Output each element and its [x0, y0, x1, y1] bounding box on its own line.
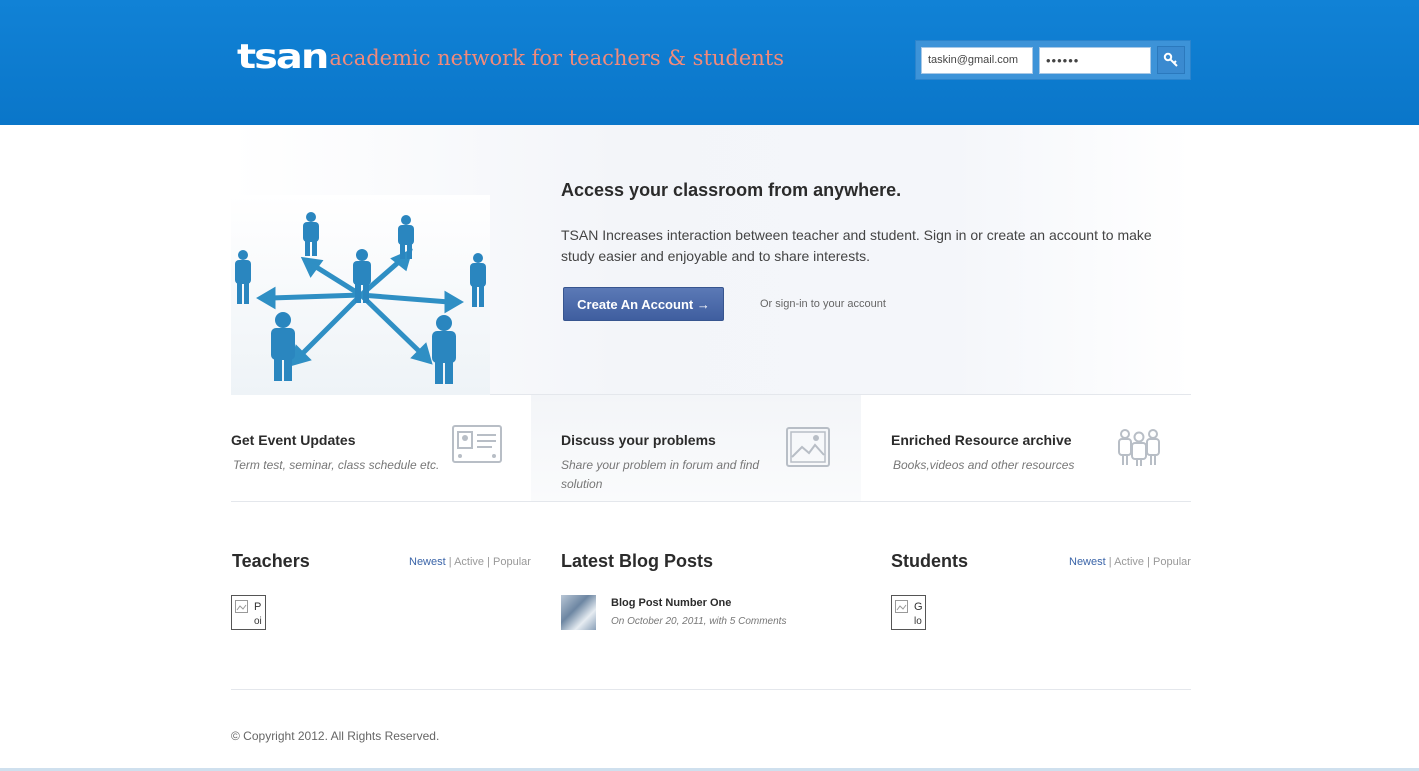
features-row: Get Event Updates Term test, seminar, cl… [231, 395, 1191, 502]
signin-link[interactable]: Or sign-in to your account [760, 298, 886, 310]
feature-subtitle: Share your problem in forum and find sol… [561, 458, 760, 491]
key-icon [1163, 52, 1178, 67]
network-people-illustration [231, 195, 490, 395]
teachers-title: Teachers [232, 551, 310, 571]
feature-title: Enriched Resource archive [891, 432, 1072, 448]
filter-active[interactable]: Active [1114, 556, 1144, 568]
teacher-avatar[interactable]: P oi [231, 595, 266, 630]
blog-post-thumbnail[interactable] [561, 595, 596, 630]
feature-title: Get Event Updates [231, 432, 356, 448]
site-header: tsan academic network for teachers & stu… [0, 0, 1419, 125]
filter-newest[interactable]: Newest [1069, 556, 1106, 568]
create-account-button[interactable]: Create An Account → [563, 287, 724, 321]
feature-subtitle: Books,videos and other resources [893, 458, 1075, 472]
feature-subtitle: Term test, seminar, class schedule etc. [233, 458, 440, 472]
password-input[interactable] [1039, 46, 1151, 74]
student-avatar[interactable]: G lo [891, 595, 926, 630]
filter-separator: | [448, 556, 452, 568]
blog-post-meta: On October 20, 2011, with 5 Comments [611, 616, 787, 627]
filter-newest[interactable]: Newest [409, 556, 446, 568]
filter-separator: | [1108, 556, 1112, 568]
feature-resource-archive: Enriched Resource archive Books,videos a… [891, 395, 1191, 501]
hero-section: Access your classroom from anywhere. TSA… [231, 125, 1191, 395]
filter-popular[interactable]: Popular [493, 556, 531, 568]
filter-separator: | [1147, 556, 1150, 568]
site-logo[interactable]: tsan academic network for teachers & stu… [237, 34, 784, 74]
login-button[interactable] [1157, 46, 1185, 74]
picture-icon [786, 427, 830, 467]
avatar-alt-text: lo [914, 616, 922, 627]
login-form [915, 40, 1191, 80]
feature-title: Discuss your problems [561, 432, 716, 448]
hero-title: Access your classroom from anywhere. [561, 180, 902, 200]
students-filters: Newest | Active | Popular [1069, 556, 1191, 568]
filter-separator: | [487, 556, 490, 568]
feature-event-updates: Get Event Updates Term test, seminar, cl… [231, 395, 561, 501]
filter-popular[interactable]: Popular [1153, 556, 1191, 568]
filter-active[interactable]: Active [454, 556, 484, 568]
email-input[interactable] [921, 46, 1033, 74]
students-title: Students [891, 551, 969, 571]
logo-mark: tsan [237, 37, 329, 77]
blog-post-title[interactable]: Blog Post Number One [611, 597, 731, 609]
teachers-filters: Newest | Active | Popular [409, 556, 531, 568]
footer-divider [231, 689, 1191, 690]
avatar-alt-text: oi [254, 616, 262, 627]
logo-tagline: academic network for teachers & students [329, 46, 785, 70]
avatar-alt-text: P [254, 601, 262, 613]
broken-image-icon [235, 600, 248, 613]
hero-description: TSAN Increases interaction between teach… [561, 227, 1152, 264]
id-card-icon [452, 425, 502, 463]
feature-discuss-problems: Discuss your problems Share your problem… [531, 395, 861, 501]
copyright-text: © Copyright 2012. All Rights Reserved. [231, 729, 440, 743]
blog-title: Latest Blog Posts [561, 551, 714, 571]
avatar-alt-text: G [914, 601, 923, 613]
broken-image-icon [895, 600, 908, 613]
people-group-icon [1118, 429, 1160, 466]
